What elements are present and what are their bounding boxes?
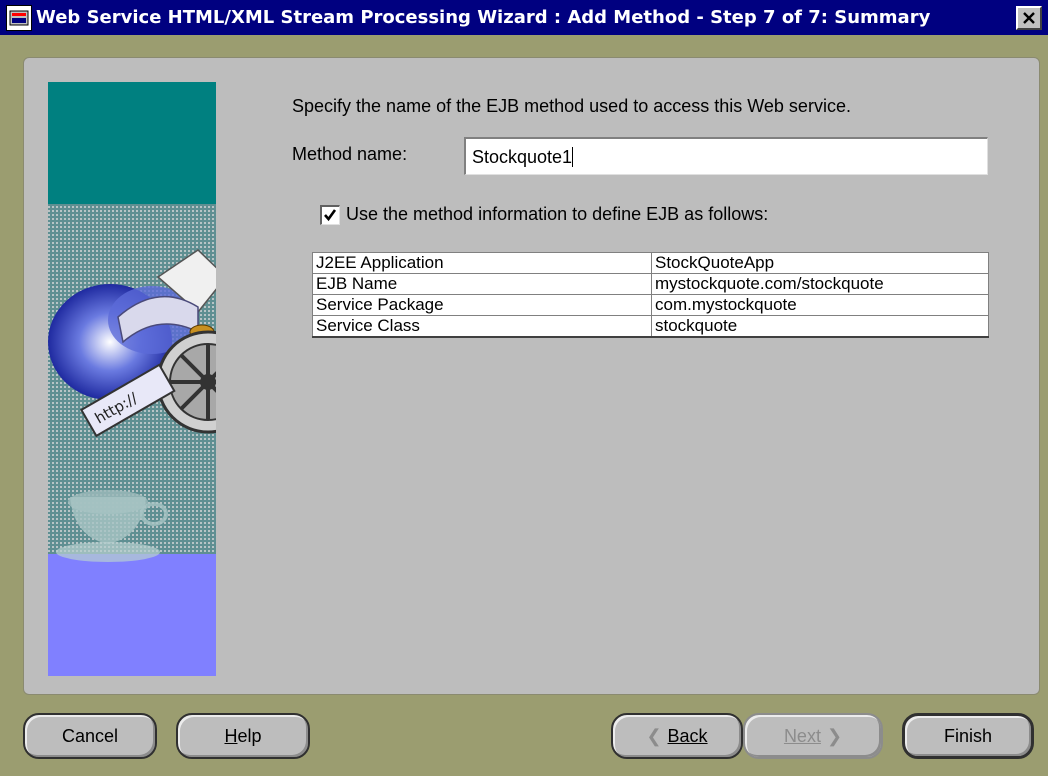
- table-row: Service Package com.mystockquote: [312, 294, 989, 316]
- back-arrow-icon: ❮: [646, 725, 662, 746]
- finish-button-label: Finish: [943, 725, 992, 746]
- back-button[interactable]: ❮ Back: [611, 713, 743, 759]
- checkmark-icon: [324, 209, 337, 222]
- use-method-info-checkbox[interactable]: [320, 205, 340, 225]
- help-button[interactable]: Help: [176, 713, 310, 759]
- close-icon: [1023, 12, 1035, 24]
- table-cell-value[interactable]: com.mystockquote: [651, 294, 989, 316]
- help-button-rest: elp: [237, 725, 262, 746]
- help-button-label: Help: [224, 726, 261, 747]
- table-cell-key: Service Class: [312, 315, 652, 338]
- table-cell-key: EJB Name: [312, 273, 652, 295]
- wizard-window: Web Service HTML/XML Stream Processing W…: [0, 0, 1048, 776]
- cancel-button-label: Cancel: [61, 725, 119, 746]
- text-caret: [572, 147, 574, 167]
- finish-button[interactable]: Finish: [902, 713, 1034, 759]
- method-name-label: Method name:: [292, 144, 408, 164]
- cancel-button[interactable]: Cancel: [23, 713, 157, 759]
- next-button[interactable]: Next ❯: [743, 713, 883, 759]
- table-row: EJB Name mystockquote.com/stockquote: [312, 273, 989, 295]
- table-row: Service Class stockquote: [312, 315, 989, 338]
- back-button-label: Back: [667, 725, 708, 746]
- use-method-info-label[interactable]: Use the method information to define EJB…: [346, 204, 768, 225]
- title-bar[interactable]: Web Service HTML/XML Stream Processing W…: [0, 0, 1048, 35]
- wizard-side-illustration: http://: [48, 82, 216, 676]
- table-cell-value[interactable]: mystockquote.com/stockquote: [651, 273, 989, 295]
- table-row: J2EE Application StockQuoteApp: [312, 252, 989, 274]
- close-button[interactable]: [1016, 6, 1042, 30]
- app-icon: [6, 4, 32, 31]
- table-cell-key: J2EE Application: [312, 252, 652, 274]
- table-cell-key: Service Package: [312, 294, 652, 316]
- method-name-input[interactable]: Stockquote1: [464, 137, 988, 175]
- help-mnemonic: H: [224, 725, 238, 746]
- table-cell-value[interactable]: StockQuoteApp: [651, 252, 989, 274]
- next-arrow-icon: ❯: [826, 725, 843, 746]
- table-cell-value[interactable]: stockquote: [651, 315, 989, 338]
- instruction-text: Specify the name of the EJB method used …: [292, 96, 851, 116]
- window-title: Web Service HTML/XML Stream Processing W…: [36, 7, 931, 28]
- ejb-definition-table: J2EE Application StockQuoteApp EJB Name …: [312, 252, 989, 338]
- method-name-value: Stockquote1: [472, 147, 573, 167]
- next-button-label: Next: [783, 725, 821, 746]
